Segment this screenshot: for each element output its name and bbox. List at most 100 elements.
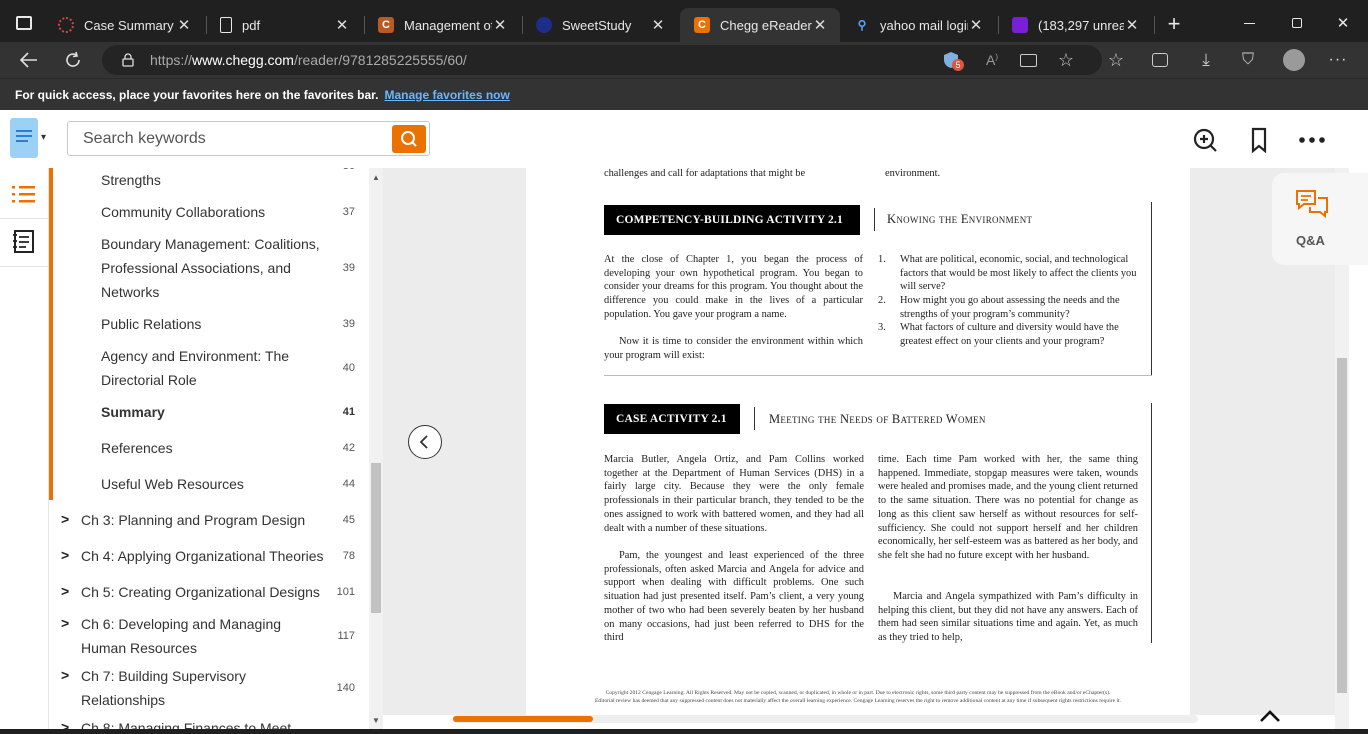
toc-rail-button[interactable] [0, 172, 48, 216]
toc-page-number: 101 [336, 586, 355, 598]
toc-item-useful-web-resources[interactable]: Useful Web Resources [101, 472, 331, 496]
search-icon: ⚲ [857, 18, 867, 32]
toc-item-community-collaborations[interactable]: Community Collaborations [101, 200, 331, 224]
tracking-prevention-button[interactable]: 5 [938, 47, 966, 73]
scroll-to-top-button[interactable] [1250, 704, 1290, 729]
extensions-button[interactable]: ⛉ [1234, 47, 1262, 73]
tab-yahoo-mail[interactable]: (183,297 unread) ✕ [998, 8, 1152, 42]
activity-title: Meeting the Needs of Battered Women [769, 412, 986, 426]
page-viewer: challenges and call for adaptations that… [383, 168, 1335, 715]
activity-body: At the close of Chapter 1, you began the… [604, 254, 863, 320]
previous-page-button[interactable] [408, 425, 442, 459]
collections-button[interactable] [1146, 47, 1174, 73]
toc-scroll-thumb[interactable] [371, 463, 381, 613]
profile-button[interactable] [1280, 47, 1308, 73]
back-button[interactable] [14, 46, 44, 74]
manage-favorites-link[interactable]: Manage favorites now [384, 88, 509, 102]
close-tab-icon[interactable]: ✕ [1124, 16, 1140, 34]
minimize-button[interactable] [1226, 8, 1272, 38]
chevron-right-icon[interactable]: > [61, 511, 69, 527]
toc-chapter-4[interactable]: Ch 4: Applying Organizational Theories [81, 544, 331, 568]
page-progress-thumb[interactable] [453, 716, 593, 722]
tab-chegg-ereader[interactable]: C Chegg eReader ✕ [680, 8, 840, 42]
close-tab-icon[interactable]: ✕ [176, 16, 192, 34]
downloads-button[interactable]: ⤓ [1192, 47, 1220, 73]
toc-chapter-7[interactable]: Ch 7: Building Supervisory Relationships [81, 664, 261, 712]
notebook-rail-button[interactable] [0, 220, 48, 264]
close-tab-icon[interactable]: ✕ [968, 16, 984, 34]
tab-pdf[interactable]: pdf ✕ [206, 8, 362, 42]
toc-chapter-5[interactable]: Ch 5: Creating Organizational Designs [81, 580, 331, 604]
toc-chapter-3[interactable]: Ch 3: Planning and Program Design [81, 508, 331, 532]
refresh-button[interactable] [58, 46, 88, 74]
toc-item-label: Summary [101, 404, 165, 420]
tab-actions-icon[interactable] [16, 16, 32, 30]
toc-item-label: References [101, 440, 173, 456]
page-text: environment. [885, 168, 941, 179]
toc-item-strengths[interactable]: Strengths [101, 168, 331, 192]
case-text: Marcia Butler, Angela Ortiz, and Pam Col… [604, 454, 864, 534]
toc-item-public-relations[interactable]: Public Relations [101, 312, 331, 336]
chevron-right-icon[interactable]: > [61, 583, 69, 599]
chevron-down-icon[interactable]: ▾ [41, 132, 46, 143]
scroll-down-arrow-icon[interactable]: ▼ [372, 716, 380, 725]
toc-chapter-6[interactable]: Ch 6: Developing and Managing Human Reso… [81, 612, 301, 660]
close-tab-icon[interactable]: ✕ [334, 16, 350, 34]
toc-chapter-label: Ch 3: Planning and Program Design [81, 512, 306, 528]
reader-view-button[interactable] [1014, 47, 1042, 73]
scroll-up-arrow-icon[interactable]: ▲ [372, 173, 380, 182]
current-chapter-indicator [49, 168, 53, 500]
tab-label: yahoo mail login [880, 17, 968, 33]
zoom-in-button[interactable] [1191, 126, 1219, 154]
more-options-button[interactable] [1298, 126, 1326, 154]
chegg-icon: C [378, 17, 394, 33]
tab-label: Chegg eReader [720, 17, 812, 33]
toc-item-agency-and-environment[interactable]: Agency and Environment: The Directorial … [101, 344, 331, 392]
close-tab-icon[interactable]: ✕ [492, 16, 508, 34]
activity-question: 3. What factors of culture and diversity… [878, 321, 1138, 363]
copyright-footer: Editorial review has deemed that any sup… [595, 698, 1121, 704]
tab-case-summary[interactable]: Case Summary 1 ✕ [44, 8, 204, 42]
toc-page-number: 41 [342, 406, 355, 418]
toc-item-label: Useful Web Resources [101, 476, 244, 492]
toc-scrollbar[interactable]: ▲ ▼ [369, 168, 383, 729]
toc-toggle-button[interactable] [10, 118, 38, 158]
toc-page-number: 44 [342, 478, 355, 490]
tab-management[interactable]: C Management of I ✕ [364, 8, 520, 42]
close-window-button[interactable]: ✕ [1320, 8, 1366, 38]
reader-scroll-thumb[interactable] [1337, 358, 1347, 693]
toc-chapter-8[interactable]: Ch 8: Managing Finances to Meet [81, 716, 331, 729]
restore-button[interactable] [1274, 8, 1320, 38]
chevron-right-icon[interactable]: > [61, 719, 69, 729]
tab-yahoo-search[interactable]: ⚲ yahoo mail login ✕ [840, 8, 996, 42]
settings-menu-button[interactable]: ··· [1324, 47, 1352, 73]
activity-body: Now it is time to consider the environme… [604, 336, 863, 361]
read-aloud-button[interactable]: A) [978, 47, 1006, 73]
page-progress-scrollbar[interactable] [453, 715, 1198, 723]
toc-item-boundary-management[interactable]: Boundary Management: Coalitions, Profess… [101, 232, 331, 304]
close-tab-icon[interactable]: ✕ [812, 16, 828, 34]
tab-label: Case Summary 1 [84, 17, 176, 33]
tab-sweetstudy[interactable]: SweetStudy ✕ [522, 8, 678, 42]
bookmark-button[interactable] [1245, 126, 1273, 154]
toc-chapter-label: Ch 4: Applying Organizational Theories [81, 548, 324, 564]
toc-page-number: 40 [342, 362, 355, 374]
favorites-button[interactable]: ☆ [1102, 47, 1130, 73]
collections-icon [1152, 53, 1168, 67]
toc-item-references[interactable]: References [101, 436, 331, 460]
chevron-right-icon[interactable]: > [61, 615, 69, 631]
toc-page-number: 117 [337, 630, 355, 642]
chevron-right-icon[interactable]: > [61, 547, 69, 563]
close-tab-icon[interactable]: ✕ [650, 16, 666, 34]
new-tab-button[interactable]: + [1160, 10, 1188, 38]
chevron-right-icon[interactable]: > [61, 667, 69, 683]
toc-item-summary[interactable]: Summary [101, 400, 331, 424]
search-input[interactable] [68, 122, 388, 155]
qa-panel-button[interactable]: Q&A [1272, 173, 1368, 265]
avatar [1283, 49, 1305, 71]
reader-side-rail [0, 168, 49, 729]
search-icon [401, 131, 417, 147]
search-button[interactable] [392, 125, 426, 153]
sweetstudy-icon [536, 17, 552, 33]
add-favorite-button[interactable]: ☆ [1052, 47, 1080, 73]
